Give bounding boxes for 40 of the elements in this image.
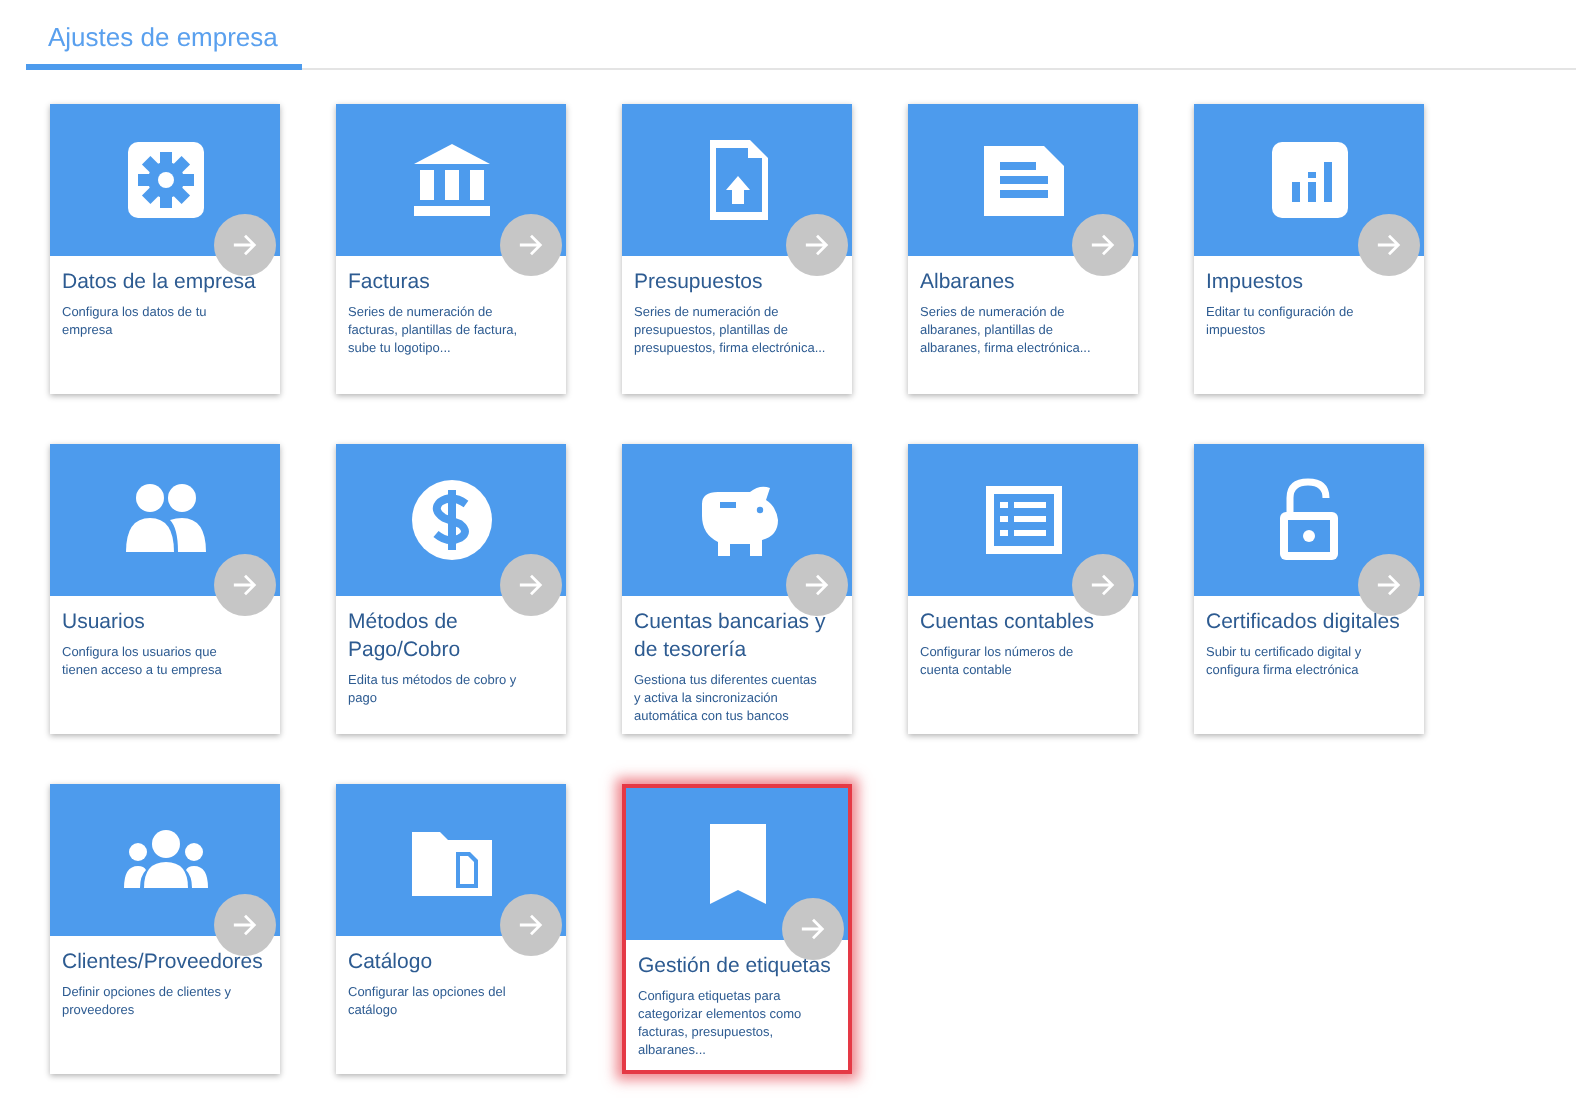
- dollar-icon: [407, 476, 495, 564]
- arrow-icon: [232, 912, 258, 938]
- arrow-icon: [800, 916, 826, 942]
- arrow-button[interactable]: [214, 894, 276, 956]
- arrow-button[interactable]: [500, 214, 562, 276]
- arrow-icon: [1376, 232, 1402, 258]
- arrow-button[interactable]: [1358, 214, 1420, 276]
- card-title: Cuentas contables: [920, 608, 1096, 636]
- arrow-button[interactable]: [786, 554, 848, 616]
- arrow-button[interactable]: [214, 554, 276, 616]
- arrow-button[interactable]: [214, 214, 276, 276]
- card-title: Certificados digitales: [1206, 608, 1402, 636]
- arrow-icon: [232, 572, 258, 598]
- card-title: Facturas: [348, 268, 432, 296]
- arrow-icon: [518, 912, 544, 938]
- card-title: Albaranes: [920, 268, 1017, 296]
- arrow-icon: [1090, 232, 1116, 258]
- card-title: Cuentas bancarias y de tesorería: [634, 608, 828, 664]
- card-title: Catálogo: [348, 948, 435, 976]
- card-title: Presupuestos: [634, 268, 765, 296]
- arrow-icon: [518, 572, 544, 598]
- arrow-button[interactable]: [1072, 214, 1134, 276]
- card-title: Clientes/Proveedores: [62, 948, 265, 976]
- arrow-button[interactable]: [500, 894, 562, 956]
- card-title: Datos de la empresa: [62, 268, 258, 296]
- arrow-icon: [1376, 572, 1402, 598]
- arrow-button[interactable]: [1358, 554, 1420, 616]
- arrow-button[interactable]: [1072, 554, 1134, 616]
- arrow-icon: [1090, 572, 1116, 598]
- card-title: Impuestos: [1206, 268, 1305, 296]
- arrow-icon: [804, 572, 830, 598]
- arrow-button[interactable]: [786, 214, 848, 276]
- arrow-button[interactable]: [500, 554, 562, 616]
- card-title: Usuarios: [62, 608, 147, 636]
- arrow-icon: [804, 232, 830, 258]
- arrow-button[interactable]: [782, 898, 844, 960]
- arrow-icon: [518, 232, 544, 258]
- card-title: Gestión de etiquetas: [638, 952, 833, 980]
- card-title: Métodos de Pago/Cobro: [348, 608, 463, 664]
- arrow-icon: [232, 232, 258, 258]
